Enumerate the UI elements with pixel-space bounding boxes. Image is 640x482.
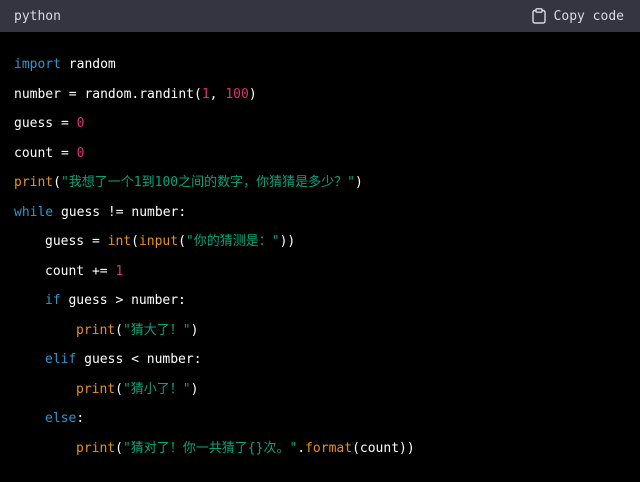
language-label: python (14, 8, 61, 24)
code-line: elif guess < number: (14, 349, 415, 379)
code-token-number: 1 (201, 86, 210, 102)
code-token-number: 0 (76, 145, 85, 161)
copy-code-label: Copy code (553, 8, 624, 24)
code-token-builtin: input (138, 234, 179, 249)
code-token-plain: count += (45, 263, 116, 279)
code-token-keyword: else (45, 411, 77, 426)
code-block-header: python Copy code (0, 0, 640, 32)
code-token-plain: random (60, 57, 116, 72)
code-token-plain: (count)) (352, 440, 415, 456)
code-token-number: 0 (76, 116, 85, 131)
code-token-plain: guess != number: (53, 204, 187, 220)
clipboard-icon (531, 8, 546, 24)
code-token-plain: ) (354, 175, 363, 190)
code-token-plain: guess = (14, 116, 77, 131)
code-token-string: "我想了一个1到100之间的数字，你猜猜是多少？" (60, 175, 355, 190)
code-token-keyword: while (14, 204, 54, 220)
code-token-plain: ( (115, 322, 123, 338)
code-token-plain: guess > number: (60, 293, 186, 308)
code-token-plain: ( (53, 175, 61, 190)
code-line: import random (14, 54, 415, 84)
code-token-plain: number = random.randint( (14, 86, 202, 102)
code-token-builtin: print (76, 322, 116, 338)
code-line: count = 0 (14, 143, 415, 173)
code-token-builtin: print (14, 175, 54, 190)
code-line: print("猜大了！") (14, 320, 415, 350)
code-token-builtin: print (76, 381, 116, 397)
code-token-string: "猜小了！" (122, 381, 191, 397)
code-body: import random number = random.randint(1, … (14, 54, 415, 467)
code-token-plain: )) (279, 234, 296, 249)
code-line: print("猜对了！你一共猜了{}次。".format(count)) (14, 438, 415, 468)
code-line: number = random.randint(1, 100) (14, 84, 415, 114)
code-token-string: "猜对了！你一共猜了{}次。" (122, 440, 298, 456)
code-token-keyword: elif (45, 352, 77, 367)
copy-code-button[interactable]: Copy code (531, 8, 624, 24)
code-token-plain: ) (248, 86, 257, 102)
code-token-keyword: if (45, 293, 61, 308)
code-token-number: 1 (115, 263, 124, 279)
code-token-plain: ( (131, 234, 139, 249)
code-token-builtin: format (305, 440, 353, 456)
code-line: count += 1 (14, 261, 415, 291)
code-line: else: (14, 408, 415, 438)
code-token-string: "你的猜测是：" (185, 234, 280, 249)
code-line: print("猜小了！") (14, 379, 415, 409)
code-token-plain: count = (14, 145, 77, 161)
code-line: print("我想了一个1到100之间的数字，你猜猜是多少？") (14, 172, 415, 202)
code-block: python Copy code import random number = r… (0, 0, 640, 482)
code-token-plain: guess = (45, 234, 108, 249)
code-token-builtin: print (76, 440, 116, 456)
code-token-number: 100 (225, 86, 249, 102)
code-token-plain: , (209, 86, 226, 102)
code-token-plain: : (76, 411, 85, 426)
code-token-plain: ( (115, 381, 123, 397)
code-line: guess = 0 (14, 113, 415, 143)
code-token-plain: ) (190, 322, 199, 338)
code-token-keyword: import (14, 57, 61, 72)
code-token-string: "猜大了！" (122, 322, 191, 338)
code-line: if guess > number: (14, 290, 415, 320)
code-token-plain: ) (190, 381, 199, 397)
code-token-plain: ( (115, 440, 123, 456)
code-line: while guess != number: (14, 202, 415, 232)
code-token-plain: . (297, 440, 306, 456)
code-line: guess = int(input("你的猜测是：")) (14, 231, 415, 261)
code-token-plain: ( (178, 234, 186, 249)
code-token-plain: guess < number: (76, 352, 202, 367)
code-token-builtin: int (107, 234, 132, 249)
